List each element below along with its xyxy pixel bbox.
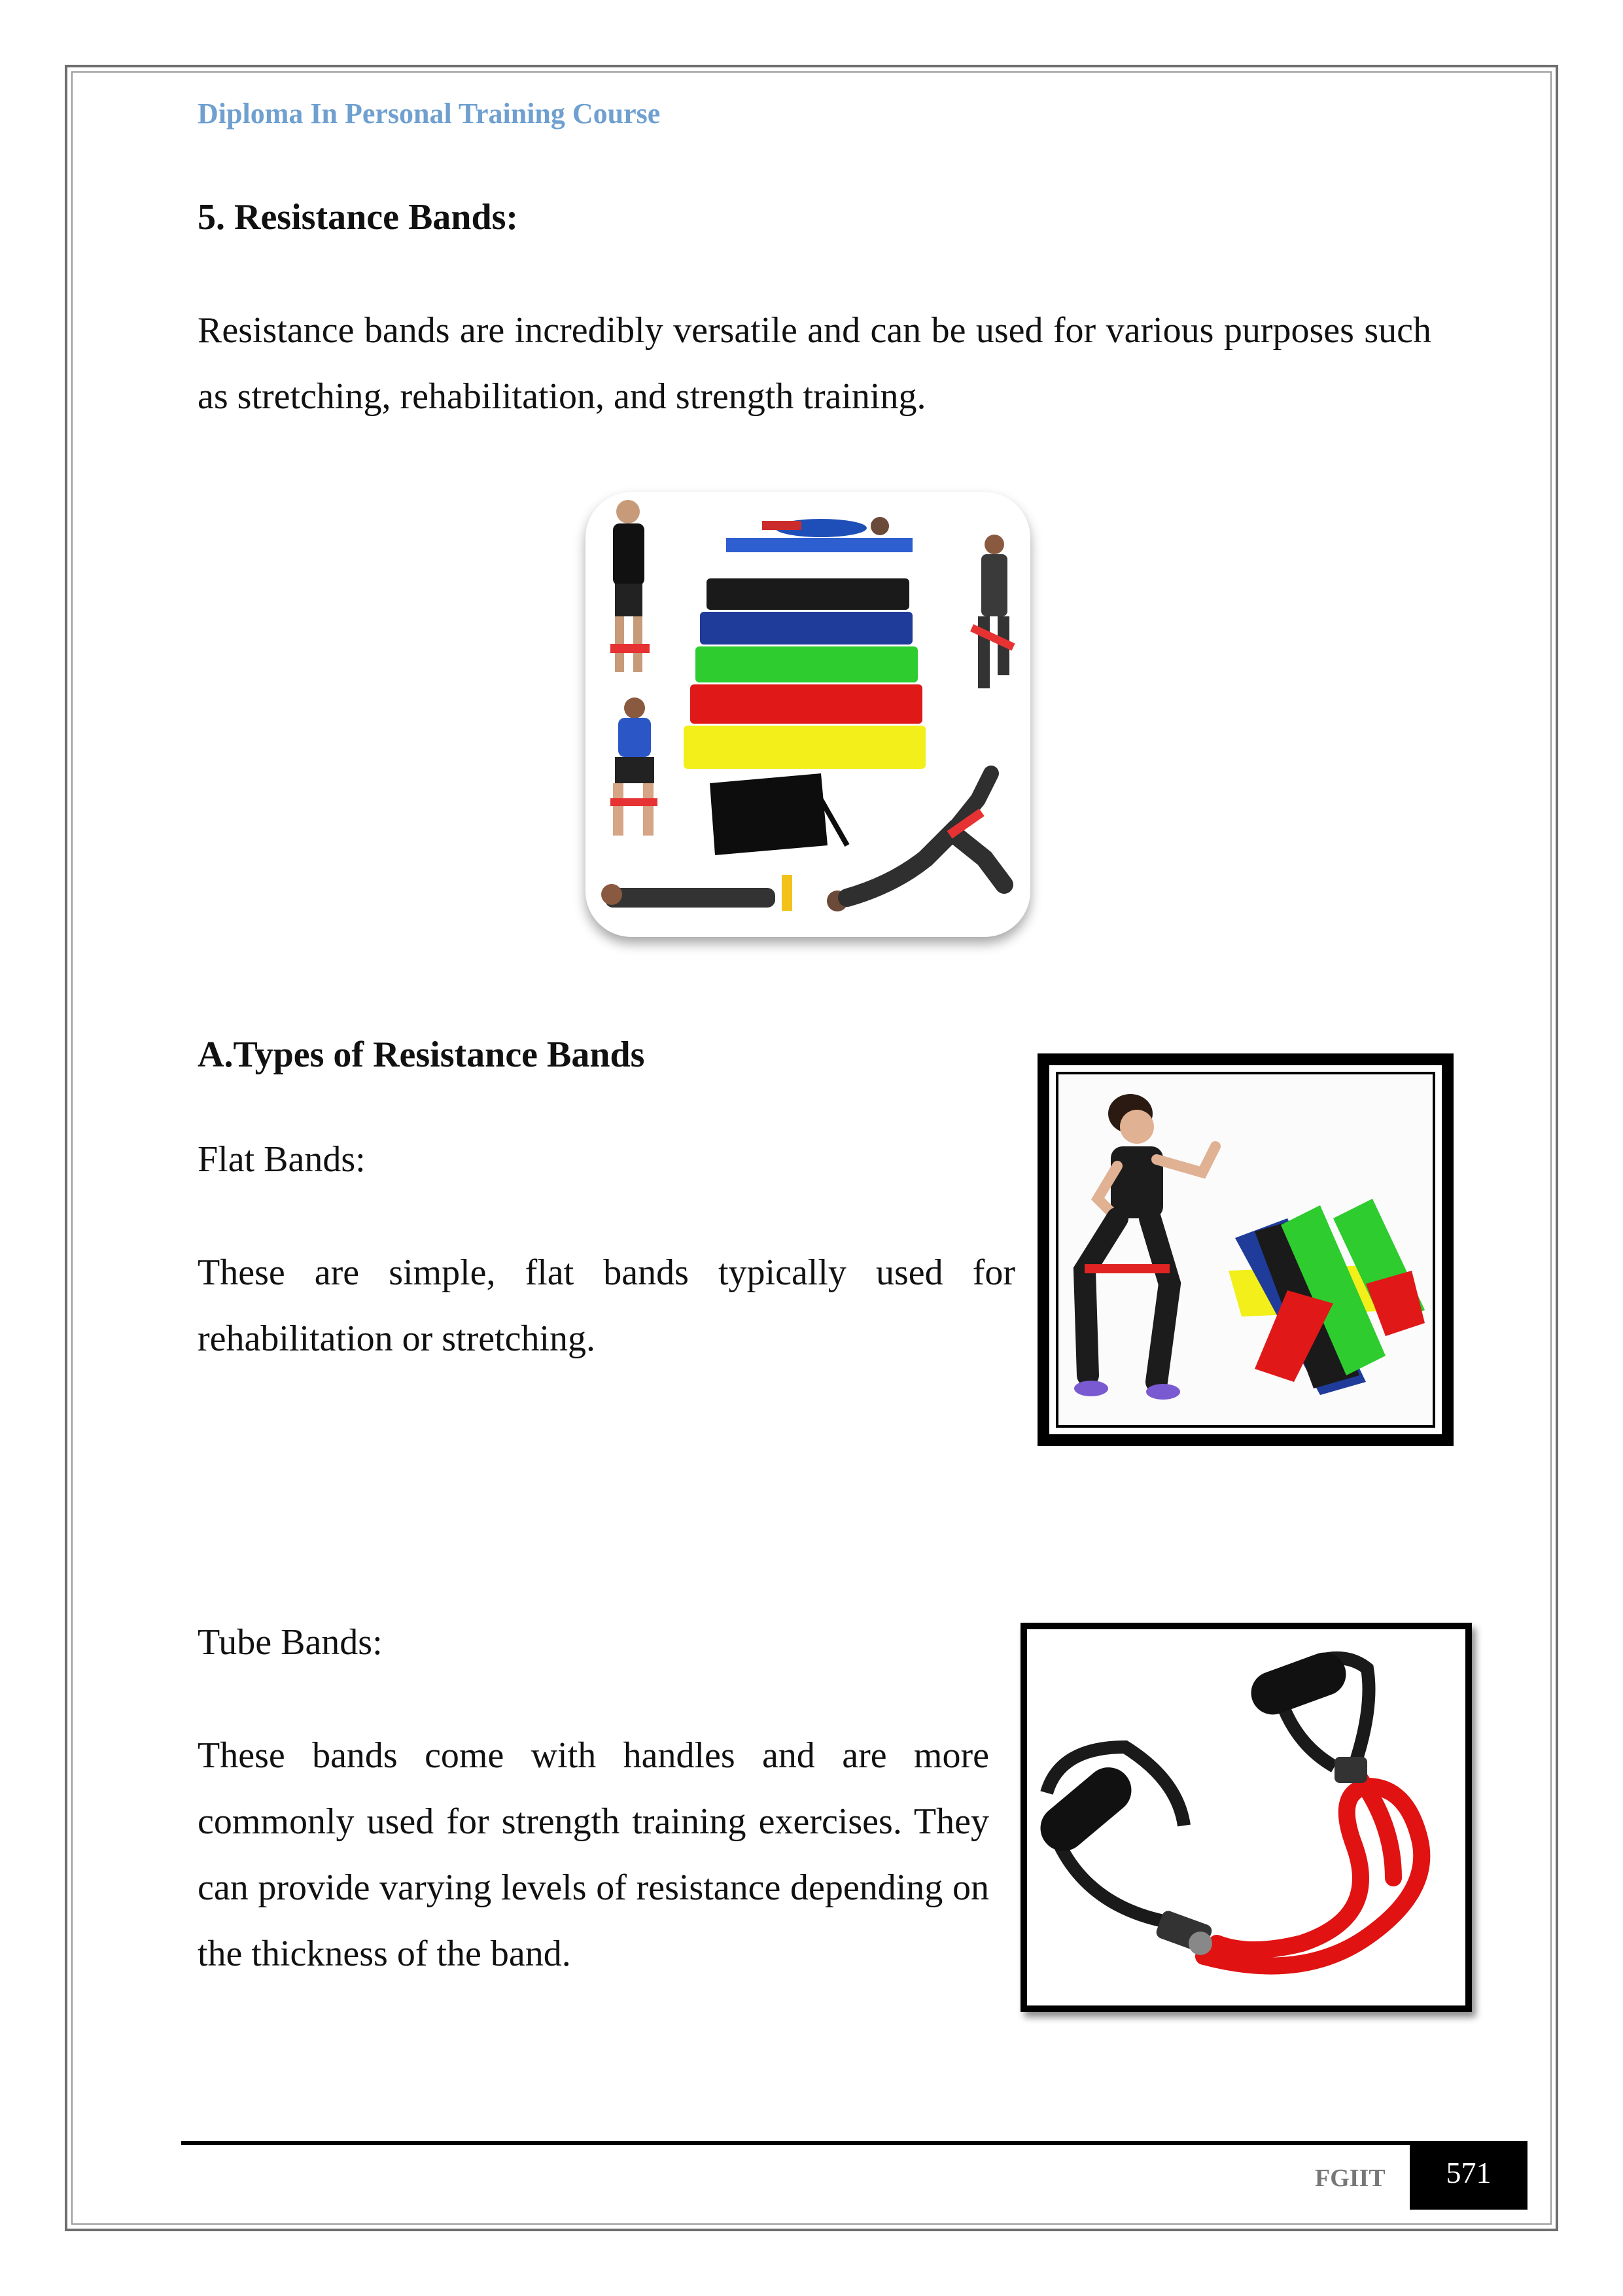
- mini-band-yellow: [782, 875, 792, 911]
- woman-top: [981, 554, 1007, 616]
- mini-band-red: [1085, 1264, 1170, 1273]
- woman-leg: [643, 783, 654, 836]
- woman-shorts: [615, 757, 654, 783]
- flat-bands-image: [1038, 1053, 1454, 1446]
- carry-bag: [710, 773, 828, 855]
- resistance-bands-set-image: [585, 492, 1030, 937]
- woman-head: [985, 535, 1004, 554]
- woman-body: [838, 820, 1013, 907]
- tube-band-image: [1021, 1623, 1472, 2012]
- mini-band-red: [762, 521, 801, 530]
- lying-woman-body: [605, 888, 775, 908]
- footer-rule: [181, 2141, 1412, 2145]
- band-green: [695, 646, 918, 682]
- man-shirt: [613, 523, 644, 586]
- page-number: 571: [1446, 2156, 1492, 2189]
- tube-bands-text: These bands come with handles and are mo…: [198, 1735, 989, 1974]
- handle-connector: [1335, 1757, 1367, 1783]
- tube-bands-label: Tube Bands:: [198, 1622, 383, 1663]
- woman-leg: [1073, 1207, 1128, 1386]
- man-shorts: [615, 584, 642, 616]
- band-black: [707, 578, 909, 610]
- running-header: Diploma In Personal Training Course: [198, 97, 661, 130]
- sneaker: [1146, 1384, 1180, 1400]
- handle-grip-foam: [1040, 1767, 1132, 1851]
- intro-paragraph: Resistance bands are incredibly versatil…: [198, 310, 1431, 417]
- sneaker: [1074, 1381, 1108, 1396]
- handle-strap: [1054, 1842, 1179, 1930]
- handle-grip-foam: [1251, 1652, 1346, 1715]
- types-heading: A.Types of Resistance Bands: [198, 1034, 645, 1075]
- woman-leg: [613, 783, 623, 836]
- flat-bands-image-frame: [1056, 1072, 1435, 1428]
- flat-bands-label: Flat Bands:: [198, 1139, 366, 1180]
- woman-head: [624, 698, 645, 718]
- mini-band-red: [610, 798, 657, 806]
- woman-leg: [1139, 1207, 1181, 1393]
- metal-ring: [1189, 1932, 1212, 1955]
- footer-org: FGIIT: [1315, 2164, 1386, 2192]
- page-number-box: 571: [1410, 2141, 1527, 2210]
- band-yellow: [684, 726, 926, 769]
- woman-head: [1120, 1110, 1154, 1144]
- band-blue: [700, 612, 913, 645]
- woman-arm: [1151, 1141, 1221, 1179]
- mini-band-red: [610, 644, 650, 653]
- band-red: [690, 684, 922, 724]
- woman-head: [601, 884, 622, 905]
- man-head: [616, 500, 640, 523]
- section-heading: 5. Resistance Bands:: [198, 197, 519, 238]
- flat-bands-text: These are simple, flat bands typically u…: [198, 1252, 1015, 1359]
- woman-top-blue: [618, 718, 651, 757]
- person-head: [871, 517, 889, 535]
- exercise-mat: [726, 538, 913, 552]
